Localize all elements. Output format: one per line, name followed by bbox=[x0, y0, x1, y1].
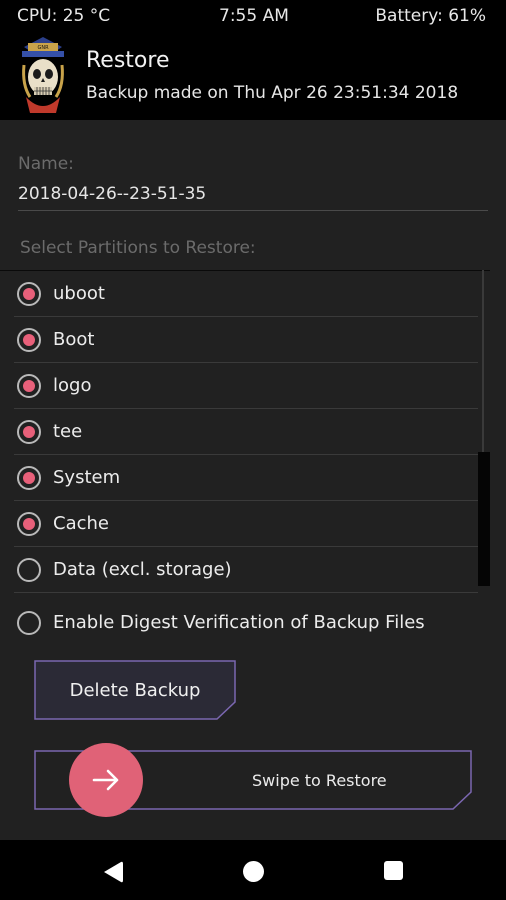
partition-row-uboot[interactable]: uboot bbox=[14, 271, 478, 317]
delete-backup-label: Delete Backup bbox=[69, 680, 201, 701]
partition-label: Data (excl. storage) bbox=[53, 559, 232, 580]
clock: 7:55 AM bbox=[219, 6, 289, 26]
battery-level: Battery: 61% bbox=[375, 6, 486, 26]
partition-label: logo bbox=[53, 375, 92, 396]
backup-name-label: Name: bbox=[18, 154, 74, 174]
radio-checked-icon[interactable] bbox=[17, 420, 41, 444]
status-bar: CPU: 25 °C 7:55 AM Battery: 61% bbox=[0, 0, 506, 34]
page-subtitle: Backup made on Thu Apr 26 23:51:34 2018 bbox=[86, 83, 459, 103]
radio-checked-icon[interactable] bbox=[17, 328, 41, 352]
backup-name-value: 2018-04-26--23-51-35 bbox=[18, 184, 207, 204]
delete-backup-button[interactable]: Delete Backup bbox=[34, 660, 236, 720]
divider bbox=[18, 210, 488, 211]
svg-text:GNR: GNR bbox=[37, 45, 49, 51]
restore-panel: Name: 2018-04-26--23-51-35 Select Partit… bbox=[0, 120, 506, 840]
radio-checked-icon[interactable] bbox=[17, 282, 41, 306]
partitions-label: Select Partitions to Restore: bbox=[20, 238, 256, 258]
partition-row-boot[interactable]: Boot bbox=[14, 317, 478, 363]
partition-label: tee bbox=[53, 421, 83, 442]
digest-verification-label: Enable Digest Verification of Backup Fil… bbox=[53, 612, 425, 633]
partition-label: Boot bbox=[53, 329, 95, 350]
radio-unchecked-icon[interactable] bbox=[17, 558, 41, 582]
list-edge bbox=[482, 270, 484, 452]
list-scrollbar[interactable] bbox=[478, 452, 490, 586]
partition-row-tee[interactable]: tee bbox=[14, 409, 478, 455]
digest-verification-option[interactable]: Enable Digest Verification of Backup Fil… bbox=[14, 600, 484, 646]
radio-unchecked-icon[interactable] bbox=[17, 611, 41, 635]
partition-row-data[interactable]: Data (excl. storage) bbox=[14, 547, 478, 593]
arrow-right-icon bbox=[92, 769, 119, 791]
swipe-handle[interactable] bbox=[69, 743, 143, 817]
navigation-bar bbox=[0, 840, 506, 900]
partition-list[interactable]: uboot Boot logo tee System Cache Data (e… bbox=[0, 270, 490, 593]
page-title: Restore bbox=[86, 48, 170, 73]
radio-checked-icon[interactable] bbox=[17, 512, 41, 536]
radio-checked-icon[interactable] bbox=[17, 466, 41, 490]
skull-logo-icon: GNR bbox=[20, 35, 66, 115]
swipe-to-restore-label: Swipe to Restore bbox=[252, 771, 387, 790]
partition-row-cache[interactable]: Cache bbox=[14, 501, 478, 547]
cpu-temperature: CPU: 25 °C bbox=[17, 6, 111, 26]
radio-checked-icon[interactable] bbox=[17, 374, 41, 398]
partition-label: uboot bbox=[53, 283, 105, 304]
recents-icon[interactable] bbox=[384, 861, 403, 880]
partition-label: Cache bbox=[53, 513, 109, 534]
back-icon[interactable] bbox=[101, 860, 125, 884]
home-icon[interactable] bbox=[243, 861, 264, 882]
partition-row-system[interactable]: System bbox=[14, 455, 478, 501]
swipe-to-restore-slider[interactable]: Swipe to Restore bbox=[34, 743, 472, 817]
partition-label: System bbox=[53, 467, 121, 488]
partition-row-logo[interactable]: logo bbox=[14, 363, 478, 409]
header: GNR Restore Backup made on Thu Apr 26 23… bbox=[0, 34, 506, 120]
